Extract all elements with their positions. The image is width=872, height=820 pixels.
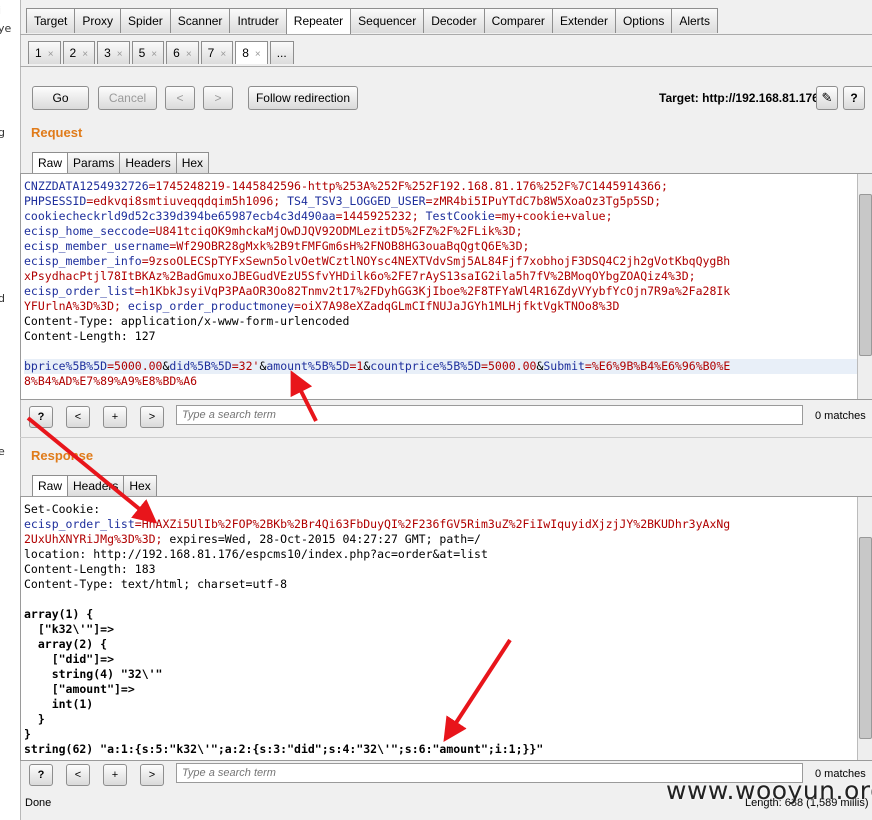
arrow-to-serialized-output (443, 638, 512, 743)
arrow-to-set-cookie (26, 416, 158, 524)
arrow-to-did-param (290, 370, 318, 422)
annotation-arrows (26, 370, 512, 743)
